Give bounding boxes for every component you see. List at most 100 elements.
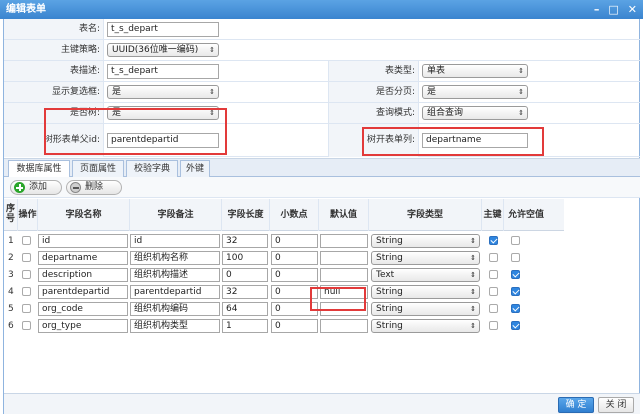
row-select-checkbox[interactable] [22,236,31,245]
field-default-input[interactable] [320,302,368,316]
nullable-checkbox[interactable] [511,287,520,296]
field-type-select[interactable]: String ⇕ [371,251,480,265]
row-select-checkbox[interactable] [22,287,31,296]
tab-bar: 数据库属性 页面属性 校验字典 外键 [4,158,640,178]
field-name-input[interactable]: id [38,234,128,248]
pk-checkbox[interactable] [489,236,498,245]
is-paged-select[interactable]: 是 ⇕ [422,85,528,99]
field-default-input[interactable] [320,268,368,282]
select-arrow-icon: ⇕ [209,46,215,54]
select-arrow-icon: ⇕ [470,322,476,330]
field-decimal-input[interactable]: 0 [271,251,318,265]
field-remark-input[interactable]: 组织机构名称 [130,251,220,265]
field-type-select[interactable]: String ⇕ [371,234,480,248]
pk-checkbox[interactable] [489,304,498,313]
add-button[interactable]: 添加 [10,180,62,195]
nullable-checkbox[interactable] [511,253,520,262]
field-remark-input[interactable]: 组织机构编码 [130,302,220,316]
col-type: 字段类型 [369,199,482,231]
field-type-value: String [376,236,403,246]
show-checkbox-select[interactable]: 是 ⇕ [107,85,219,99]
tab-db-properties[interactable]: 数据库属性 [8,160,70,178]
field-decimal-input[interactable]: 0 [271,302,318,316]
add-button-label: 添加 [29,182,48,192]
col-default: 默认值 [319,199,369,231]
field-remark-input[interactable]: 组织机构类型 [130,319,220,333]
nullable-checkbox[interactable] [511,236,520,245]
field-length-input[interactable]: 32 [222,234,268,248]
field-remark-input[interactable]: parentdepartid [130,285,220,299]
field-decimal-input[interactable]: 0 [271,285,318,299]
close-icon[interactable]: ✕ [628,0,637,19]
field-type-select[interactable]: String ⇕ [371,285,480,299]
field-name-input[interactable]: departname [38,251,128,265]
field-default-input[interactable] [320,251,368,265]
field-length-input[interactable]: 100 [222,251,268,265]
table-desc-input[interactable]: t_s_depart [107,64,219,79]
field-default-input[interactable] [320,234,368,248]
pk-strategy-label: 主键策略: [4,40,104,60]
field-name-input[interactable]: description [38,268,128,282]
field-decimal-input[interactable]: 0 [271,268,318,282]
row-select-checkbox[interactable] [22,270,31,279]
form-row-table-name: 表名: t_s_depart [4,19,640,40]
row-select-checkbox[interactable] [22,253,31,262]
tab-foreign-key[interactable]: 外键 [180,160,210,177]
row-seq: 2 [8,253,14,263]
add-icon [14,182,25,193]
field-decimal-input[interactable]: 0 [271,319,318,333]
form-row-show-checkbox: 显示复选框: 是 ⇕ 是否分页: 是 ⇕ [4,82,640,103]
field-default-input[interactable]: null [320,285,368,299]
field-decimal-input[interactable]: 0 [271,234,318,248]
form-row-tree-fields: 树形表单父id: parentdepartid 树开表单列: departnam… [4,124,640,157]
field-remark-input[interactable]: 组织机构描述 [130,268,220,282]
table-type-label: 表类型: [328,61,419,81]
col-decimal: 小数点 [270,199,319,231]
tab-page-properties[interactable]: 页面属性 [72,160,124,177]
ok-button[interactable]: 确 定 [558,397,594,413]
field-length-input[interactable]: 0 [222,268,268,282]
pk-strategy-select[interactable]: UUID(36位唯一编码) ⇕ [107,43,219,57]
field-type-select[interactable]: Text ⇕ [371,268,480,282]
pk-checkbox[interactable] [489,287,498,296]
field-name-input[interactable]: parentdepartid [38,285,128,299]
pk-checkbox[interactable] [489,321,498,330]
row-seq: 5 [8,304,14,314]
row-select-checkbox[interactable] [22,304,31,313]
field-remark-input[interactable]: id [130,234,220,248]
table-name-label: 表名: [4,19,104,39]
nullable-checkbox[interactable] [511,321,520,330]
field-length-input[interactable]: 64 [222,302,268,316]
tree-expand-col-label: 树开表单列: [328,124,419,157]
pk-checkbox[interactable] [489,270,498,279]
tab-validation-dict[interactable]: 校验字典 [126,160,178,177]
row-select-checkbox[interactable] [22,321,31,330]
nullable-checkbox[interactable] [511,304,520,313]
field-type-select[interactable]: String ⇕ [371,302,480,316]
table-row: 1 id id 32 0 String ⇕ [4,233,564,250]
field-length-input[interactable]: 32 [222,285,268,299]
is-tree-select[interactable]: 是 ⇕ [107,106,219,120]
close-button[interactable]: 关 闭 [598,397,634,413]
delete-button-label: 删除 [85,182,104,192]
maximize-icon[interactable]: □ [608,0,618,19]
field-name-input[interactable]: org_type [38,319,128,333]
tree-parent-id-input[interactable]: parentdepartid [107,133,219,148]
field-length-input[interactable]: 1 [222,319,268,333]
field-type-select[interactable]: String ⇕ [371,319,480,333]
window-titlebar[interactable]: 编辑表单 – □ ✕ [0,0,643,19]
nullable-checkbox[interactable] [511,270,520,279]
window-title: 编辑表单 [6,4,46,15]
query-mode-value: 组合查询 [427,108,464,118]
select-arrow-icon: ⇕ [470,254,476,262]
table-name-input[interactable]: t_s_depart [107,22,219,37]
field-default-input[interactable] [320,319,368,333]
table-type-select[interactable]: 单表 ⇕ [422,64,528,78]
minimize-icon[interactable]: – [594,0,600,19]
pk-checkbox[interactable] [489,253,498,262]
field-name-input[interactable]: org_code [38,302,128,316]
delete-button[interactable]: 删除 [66,180,122,195]
col-length: 字段长度 [222,199,270,231]
tree-expand-col-input[interactable]: departname [422,133,528,148]
query-mode-select[interactable]: 组合查询 ⇕ [422,106,528,120]
